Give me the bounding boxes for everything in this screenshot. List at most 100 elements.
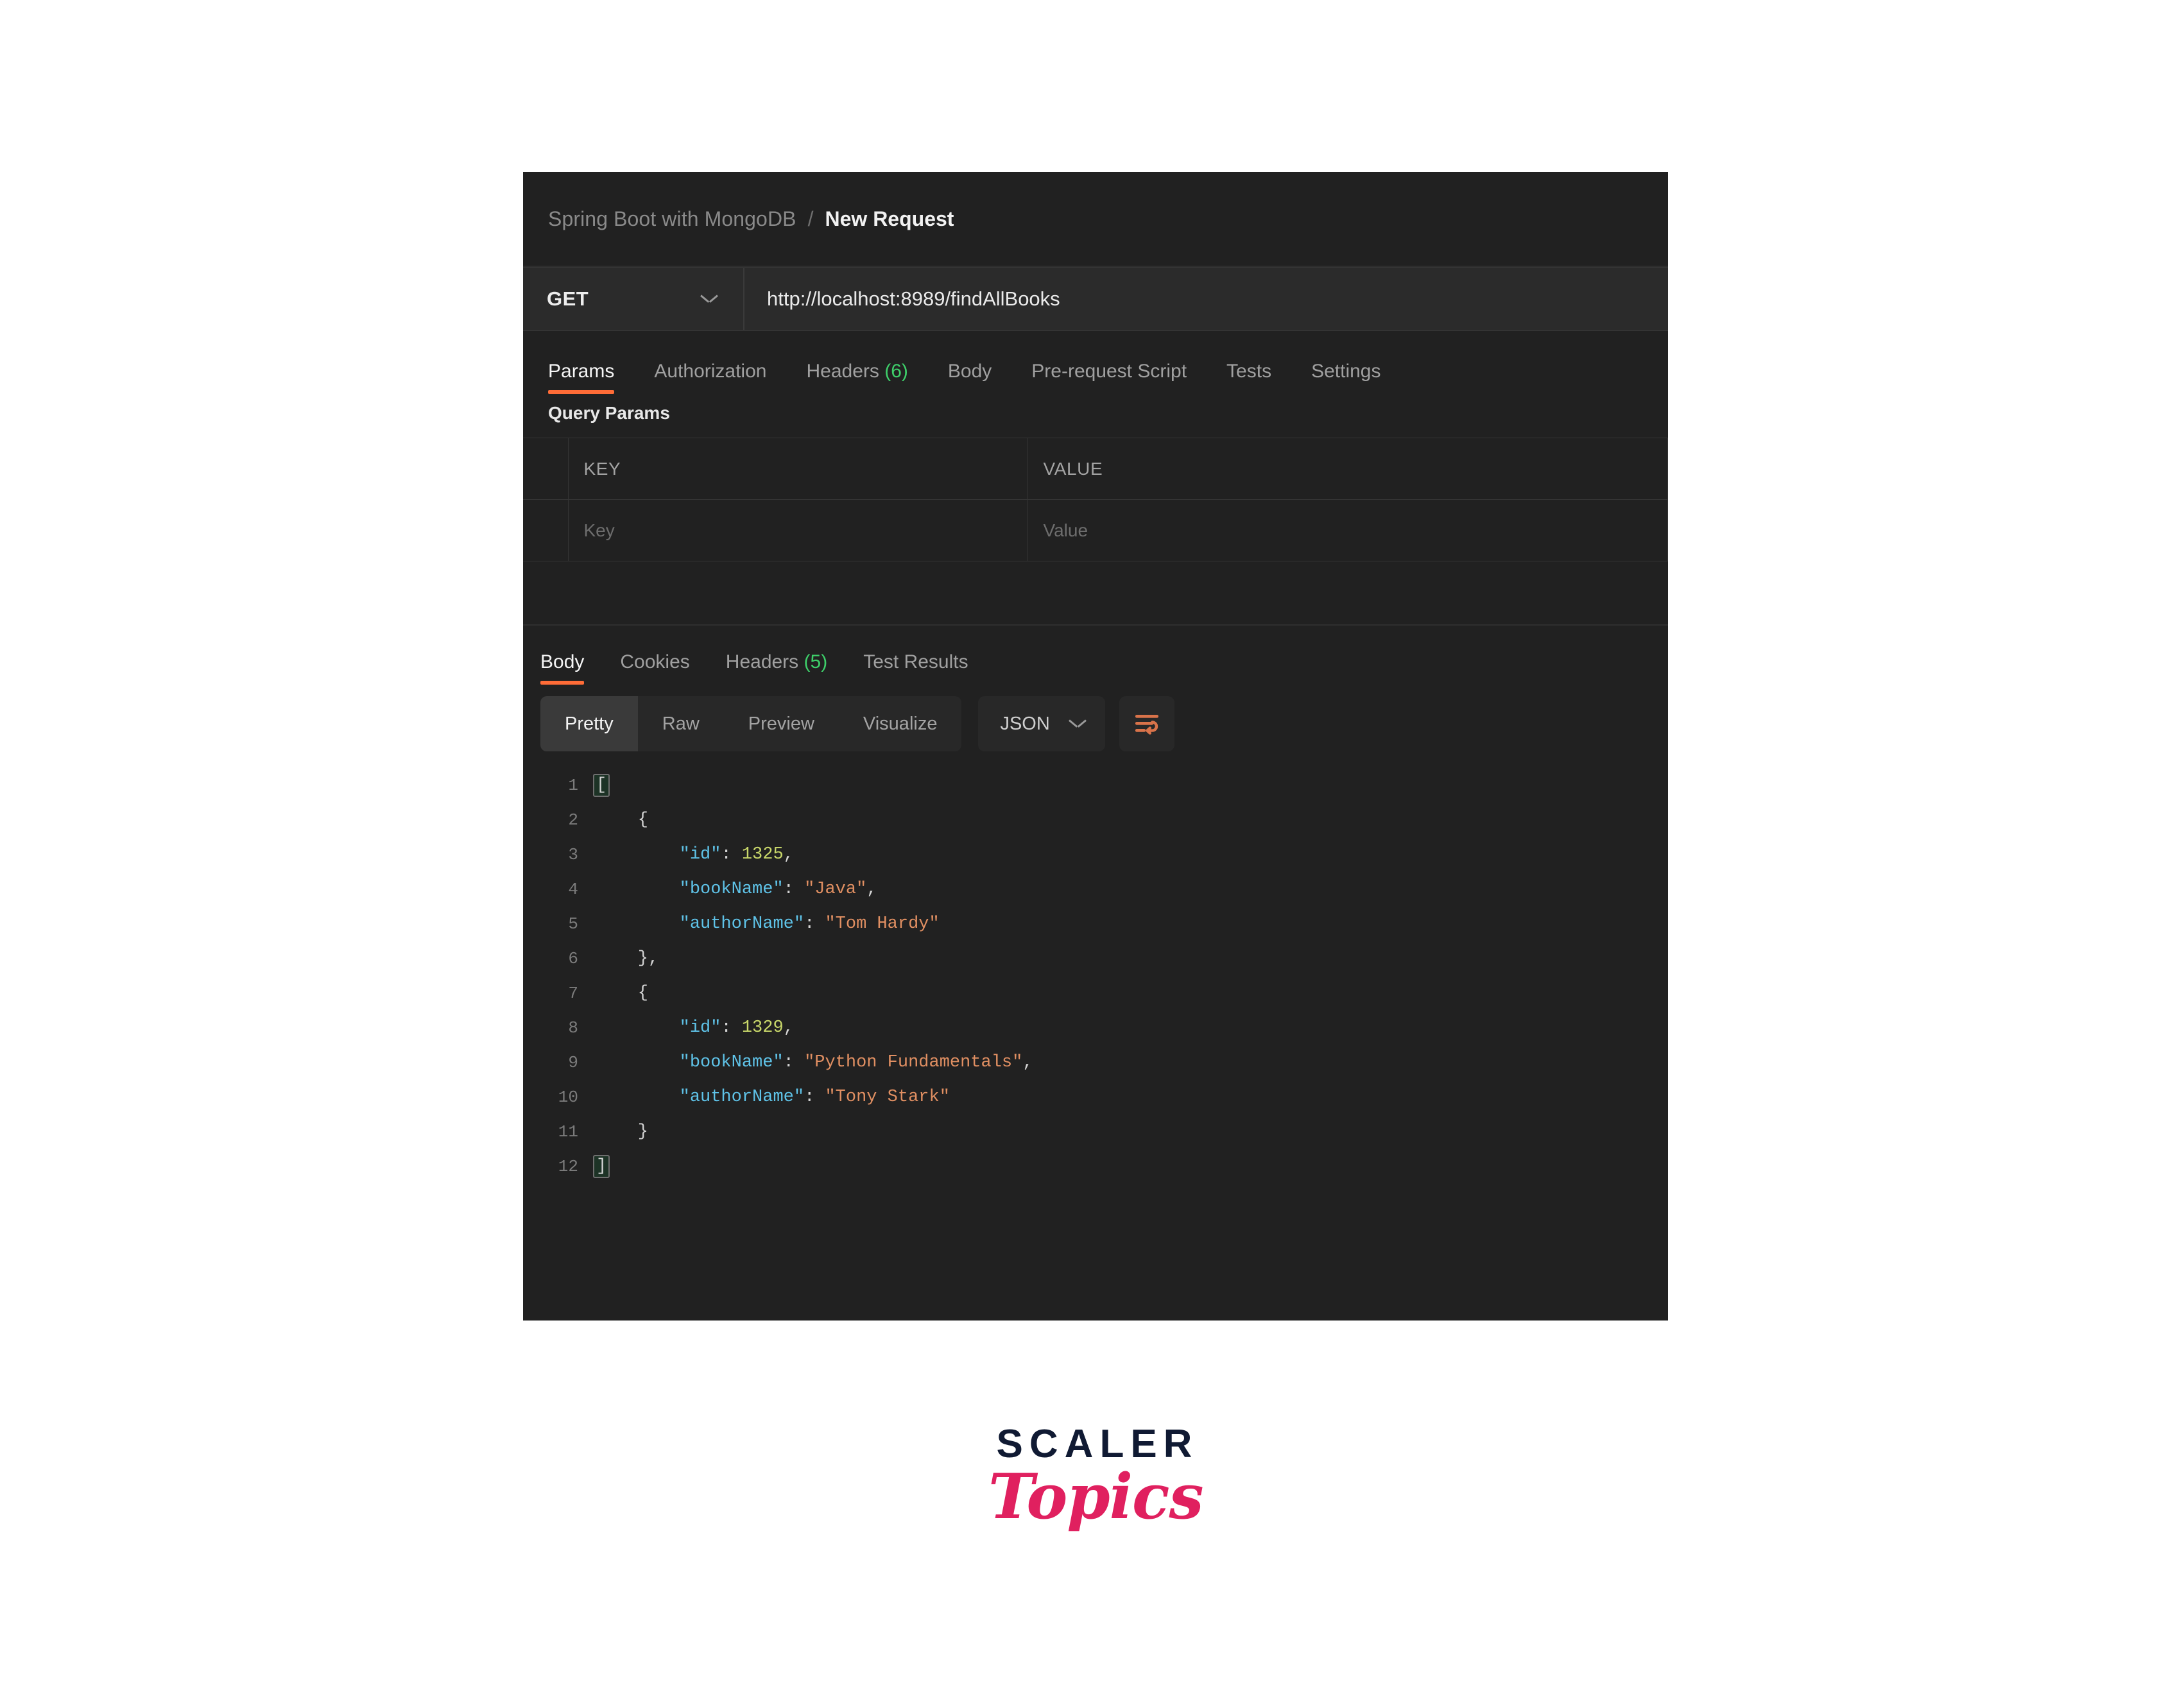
json-open-bracket: [ bbox=[592, 774, 610, 797]
tab-settings-label: Settings bbox=[1311, 361, 1381, 382]
view-mode-group: Pretty Raw Preview Visualize bbox=[540, 696, 962, 751]
breadcrumb-separator: / bbox=[807, 207, 814, 230]
query-params-title: Query Params bbox=[523, 394, 1668, 438]
response-tab-headers[interactable]: Headers (5) bbox=[726, 651, 827, 685]
tab-pre-request-script-label: Pre-request Script bbox=[1031, 361, 1187, 382]
json-token: { bbox=[596, 984, 649, 1003]
json-token: "bookName": "Java", bbox=[679, 880, 877, 899]
response-viewer-toolbar: Pretty Raw Preview Visualize JSON bbox=[523, 685, 1668, 758]
column-header-key: KEY bbox=[567, 438, 1028, 500]
response-tab-test-results[interactable]: Test Results bbox=[863, 651, 968, 685]
line-number: 7 bbox=[568, 984, 578, 1003]
table-row[interactable]: Key Value bbox=[523, 499, 1668, 561]
tab-params[interactable]: Params bbox=[548, 361, 615, 394]
line-number: 8 bbox=[568, 1018, 578, 1038]
json-token: { bbox=[596, 810, 649, 830]
tab-params-label: Params bbox=[548, 361, 615, 382]
response-body-viewer[interactable]: 1 [ 2 { 3 "id": 1325, 4 "bookName": "Jav… bbox=[523, 758, 1668, 1210]
json-token: "authorName": "Tony Stark" bbox=[679, 1088, 950, 1107]
request-url-input[interactable]: http://localhost:8989/findAllBooks bbox=[744, 268, 1668, 330]
chevron-down-icon bbox=[701, 295, 718, 303]
tab-body[interactable]: Body bbox=[948, 361, 992, 394]
response-tab-test-results-label: Test Results bbox=[863, 651, 968, 672]
json-token: } bbox=[596, 1122, 649, 1141]
response-tab-headers-label: Headers bbox=[725, 651, 799, 672]
request-tab-bar: Params Authorization Headers (6) Body Pr… bbox=[523, 331, 1668, 394]
tab-headers-count: (6) bbox=[884, 361, 908, 382]
line-number: 6 bbox=[568, 949, 578, 968]
tab-pre-request-script[interactable]: Pre-request Script bbox=[1031, 361, 1187, 394]
code-line: 1 [ bbox=[523, 768, 1668, 803]
params-panel-filler bbox=[523, 561, 1668, 626]
param-key-input[interactable]: Key bbox=[567, 499, 1028, 561]
json-value-bookname: Java bbox=[814, 880, 857, 899]
tab-tests-label: Tests bbox=[1226, 361, 1272, 382]
line-number: 5 bbox=[568, 914, 578, 934]
code-line: 6 }, bbox=[523, 941, 1668, 976]
line-number: 9 bbox=[568, 1053, 578, 1072]
tab-settings[interactable]: Settings bbox=[1311, 361, 1380, 394]
json-close-bracket: ] bbox=[592, 1155, 610, 1178]
code-line: 2 { bbox=[523, 803, 1668, 837]
breadcrumb-current-request[interactable]: New Request bbox=[825, 207, 954, 231]
logo-sub-text: Topics bbox=[988, 1460, 1204, 1533]
code-line: 9 "bookName": "Python Fundamentals", bbox=[523, 1045, 1668, 1080]
word-wrap-toggle-button[interactable] bbox=[1119, 696, 1174, 751]
code-line: 3 "id": 1325, bbox=[523, 837, 1668, 872]
code-line: 12 ] bbox=[523, 1149, 1668, 1184]
view-mode-pretty[interactable]: Pretty bbox=[540, 696, 638, 751]
json-token: "bookName": "Python Fundamentals", bbox=[679, 1053, 1033, 1072]
tab-authorization-label: Authorization bbox=[654, 361, 767, 382]
response-tab-cookies-label: Cookies bbox=[620, 651, 690, 672]
json-value-id: 1329 bbox=[741, 1018, 784, 1038]
request-url-bar: GET http://localhost:8989/findAllBooks bbox=[523, 267, 1668, 331]
view-mode-preview[interactable]: Preview bbox=[724, 696, 839, 751]
tab-headers[interactable]: Headers (6) bbox=[806, 361, 907, 394]
tab-body-label: Body bbox=[947, 361, 992, 382]
line-number: 11 bbox=[558, 1122, 578, 1141]
row-checkbox[interactable] bbox=[523, 499, 569, 561]
breadcrumb-collection[interactable]: Spring Boot with MongoDB bbox=[548, 207, 796, 231]
header-checkbox-cell bbox=[523, 438, 569, 500]
view-mode-raw[interactable]: Raw bbox=[638, 696, 724, 751]
json-token: }, bbox=[596, 949, 659, 968]
json-value-authorname: Tom Hardy bbox=[835, 914, 929, 934]
response-format-label: JSON bbox=[1000, 713, 1050, 734]
tab-authorization[interactable]: Authorization bbox=[654, 361, 766, 394]
response-tab-body-label: Body bbox=[540, 651, 585, 672]
code-line: 11 } bbox=[523, 1115, 1668, 1149]
tab-headers-label: Headers bbox=[806, 361, 879, 382]
response-tab-headers-count: (5) bbox=[804, 651, 828, 672]
code-line: 10 "authorName": "Tony Stark" bbox=[523, 1080, 1668, 1115]
view-mode-visualize[interactable]: Visualize bbox=[839, 696, 962, 751]
line-number: 2 bbox=[568, 810, 578, 830]
json-value-id: 1325 bbox=[741, 845, 784, 864]
breadcrumb: Spring Boot with MongoDB / New Request bbox=[523, 172, 1668, 267]
response-format-select[interactable]: JSON bbox=[978, 696, 1105, 751]
tab-tests[interactable]: Tests bbox=[1226, 361, 1271, 394]
json-value-authorname: Tony Stark bbox=[835, 1088, 940, 1107]
http-method-select[interactable]: GET bbox=[523, 268, 744, 330]
word-wrap-icon bbox=[1135, 715, 1158, 735]
table-header-row: KEY VALUE bbox=[523, 438, 1668, 500]
column-header-value: VALUE bbox=[1027, 438, 1668, 500]
line-number: 4 bbox=[568, 880, 578, 899]
scaler-topics-logo: SCALER Topics bbox=[988, 1421, 1204, 1533]
response-tab-body[interactable]: Body bbox=[540, 651, 585, 685]
code-line: 5 "authorName": "Tom Hardy" bbox=[523, 907, 1668, 941]
postman-window: Spring Boot with MongoDB / New Request G… bbox=[523, 172, 1668, 1321]
json-token: "id": 1325, bbox=[679, 845, 794, 864]
json-value-bookname: Python Fundamentals bbox=[814, 1053, 1013, 1072]
line-number: 10 bbox=[558, 1088, 578, 1107]
code-line: 8 "id": 1329, bbox=[523, 1011, 1668, 1045]
line-number: 1 bbox=[568, 776, 578, 795]
json-token: "authorName": "Tom Hardy" bbox=[679, 914, 940, 934]
param-value-input[interactable]: Value bbox=[1027, 499, 1668, 561]
chevron-down-icon bbox=[1069, 719, 1086, 728]
query-params-table: KEY VALUE Key Value bbox=[523, 438, 1668, 561]
http-method-label: GET bbox=[547, 287, 589, 310]
response-tab-cookies[interactable]: Cookies bbox=[620, 651, 689, 685]
line-number: 12 bbox=[558, 1157, 578, 1176]
line-number: 3 bbox=[568, 845, 578, 864]
response-tab-bar: Body Cookies Headers (5) Test Results bbox=[523, 626, 1668, 685]
